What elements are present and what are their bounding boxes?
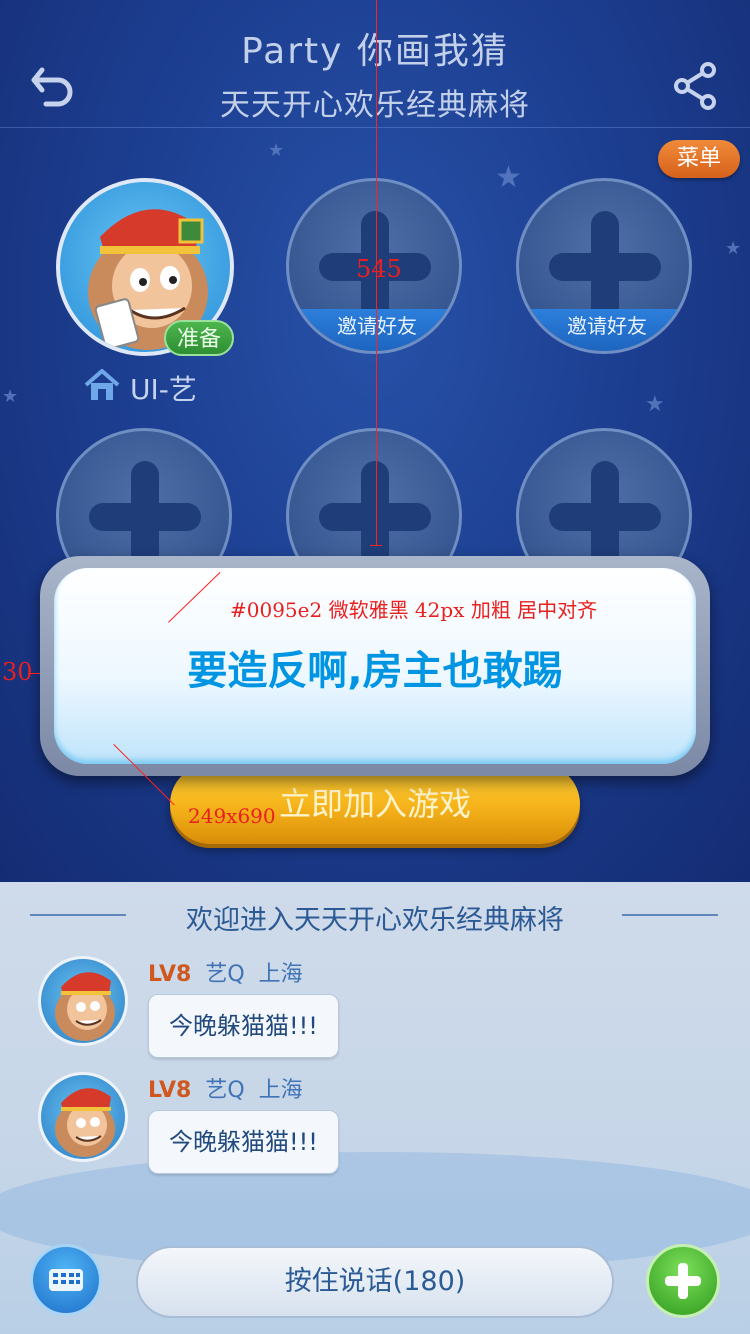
- add-button[interactable]: [646, 1244, 720, 1318]
- user-name: 艺Q: [205, 1078, 245, 1103]
- star-icon: ★: [2, 386, 19, 407]
- user-city: 上海: [258, 962, 303, 987]
- star-icon: ★: [268, 140, 285, 161]
- user-avatar[interactable]: [38, 956, 128, 1046]
- message-bubble: 今晚躲猫猫!!!: [148, 1110, 339, 1174]
- user-avatar[interactable]: [38, 1072, 128, 1162]
- share-button[interactable]: [670, 60, 722, 112]
- user-level: LV8: [148, 962, 192, 987]
- annotation-guide-tick: [370, 545, 382, 546]
- room-subtitle: 天天开心欢乐经典麻将: [220, 88, 530, 123]
- share-icon: [674, 62, 716, 110]
- user-name: 艺Q: [205, 962, 245, 987]
- invite-slot[interactable]: 邀请好友: [516, 178, 692, 354]
- keyboard-icon: [49, 1269, 83, 1291]
- message-bubble: 今晚躲猫猫!!!: [148, 994, 339, 1058]
- ready-badge: 准备: [164, 320, 234, 356]
- annotation-side-mark: 30: [2, 658, 33, 686]
- user-character-image: [55, 972, 115, 1041]
- user-city: 上海: [258, 1078, 303, 1103]
- user-character-image: [55, 1088, 115, 1157]
- message-meta: LV8 艺Q 上海: [148, 1072, 303, 1104]
- home-icon: [84, 369, 120, 400]
- annotation-side-line: [28, 673, 40, 674]
- chat-message: LV8 艺Q 上海 今晚躲猫猫!!!: [38, 1072, 718, 1182]
- toast-message: 要造反啊,房主也敢踢: [187, 648, 563, 694]
- star-icon: ★: [645, 392, 665, 417]
- keyboard-button[interactable]: [30, 1244, 102, 1316]
- menu-button[interactable]: 菜单: [658, 140, 740, 178]
- user-level: LV8: [148, 1078, 192, 1103]
- page-title: Party 你画我猜: [241, 31, 509, 72]
- annotation-style-note: #0095e2 微软雅黑 42px 加粗 居中对齐: [230, 598, 598, 622]
- hold-to-talk-button[interactable]: 按住说话(180): [136, 1246, 614, 1318]
- star-icon: ★: [725, 238, 742, 259]
- message-meta: LV8 艺Q 上海: [148, 956, 303, 988]
- header-bar: Party 你画我猜 天天开心欢乐经典麻将: [0, 0, 750, 128]
- annotation-size-note: 249x690: [188, 804, 276, 828]
- star-icon: ★: [495, 160, 522, 195]
- add-icon: [665, 1263, 701, 1299]
- welcome-banner: 欢迎进入天天开心欢乐经典麻将: [186, 905, 564, 936]
- annotation-height-mark: 545: [356, 255, 402, 283]
- room-area: ★ ★ ★ ★ ★ Party 你画我猜 天天开心欢乐经典麻将 菜单 准备 UI…: [0, 0, 750, 882]
- host-name: UI-艺: [130, 373, 197, 406]
- invite-friend-label: 邀请好友: [519, 309, 689, 351]
- chat-message: LV8 艺Q 上海 今晚躲猫猫!!!: [38, 956, 718, 1066]
